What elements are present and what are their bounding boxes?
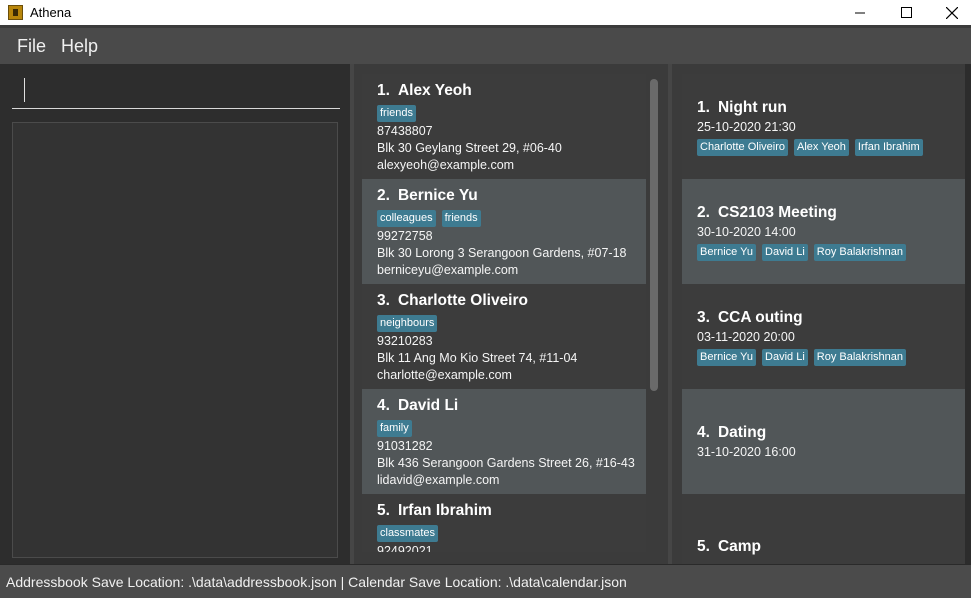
person-tags: family (377, 418, 646, 438)
person-card[interactable]: 5. Irfan Ibrahim classmates 92492021 (362, 494, 646, 552)
person-email: charlotte@example.com (377, 368, 512, 382)
event-datetime: 03-11-2020 20:00 (697, 329, 795, 344)
person-address: Blk 30 Geylang Street 29, #06-40 (377, 141, 562, 155)
menu-help[interactable]: Help (61, 36, 98, 57)
tag: Bernice Yu (697, 348, 757, 366)
menu-bar: File Help (0, 28, 971, 64)
event-list[interactable]: 1. Night run 25-10-2020 21:30 Charlotte O… (682, 74, 965, 564)
person-index: 5. (377, 502, 390, 519)
person-list-panel: 1. Alex Yeoh friends 87438807 Blk 30 Geyl… (354, 64, 668, 564)
person-email: lidavid@example.com (377, 473, 500, 487)
tag: Irfan Ibrahim (854, 138, 923, 156)
command-pane (0, 64, 350, 564)
event-datetime: 30-10-2020 14:00 (697, 224, 796, 239)
tag: David Li (762, 348, 808, 366)
event-card[interactable]: 3. CCA outing 03-11-2020 20:00 Bernice Yu… (682, 284, 965, 389)
person-index: 2. (377, 187, 390, 204)
event-index: 1. (697, 98, 710, 116)
person-tags: classmates (377, 523, 646, 543)
tag: David Li (762, 243, 808, 261)
event-card[interactable]: 1. Night run 25-10-2020 21:30 Charlotte O… (682, 74, 965, 179)
status-bar: Addressbook Save Location: .\data\addres… (0, 564, 971, 598)
event-index: 5. (697, 537, 710, 555)
event-index: 3. (697, 308, 710, 326)
text-caret (24, 78, 25, 102)
minimize-icon (854, 12, 865, 14)
event-card[interactable]: 4. Dating 31-10-2020 16:00 (682, 389, 965, 494)
person-address: Blk 30 Lorong 3 Serangoon Gardens, #07-1… (377, 246, 627, 260)
person-email: alexyeoh@example.com (377, 158, 515, 172)
person-list[interactable]: 1. Alex Yeoh friends 87438807 Blk 30 Geyl… (362, 74, 646, 552)
title-bar: Athena (0, 0, 971, 25)
event-title: CCA outing (717, 308, 803, 326)
person-name: David Li (397, 397, 459, 414)
event-card[interactable]: 2. CS2103 Meeting 30-10-2020 14:00 Bernic… (682, 179, 965, 284)
menu-file[interactable]: File (17, 36, 46, 57)
person-phone: 91031282 (377, 439, 433, 453)
person-index: 3. (377, 292, 390, 309)
event-tags: Bernice Yu David Li Roy Balakrishnan (697, 242, 965, 262)
tag: Bernice Yu (697, 243, 757, 261)
tag: classmates (377, 525, 439, 542)
person-tags: neighbours (377, 313, 646, 333)
tag: friends (377, 105, 417, 122)
tag: colleagues (377, 210, 436, 227)
event-index: 2. (697, 203, 710, 221)
event-index: 4. (697, 424, 710, 441)
event-title: Camp (717, 537, 762, 555)
tag: Roy Balakrishnan (813, 243, 906, 261)
save-location-text: Addressbook Save Location: .\data\addres… (6, 574, 627, 590)
person-tags: colleagues friends (377, 208, 646, 228)
person-card[interactable]: 3. Charlotte Oliveiro neighbours 93210283… (362, 284, 646, 389)
minimize-button[interactable] (837, 0, 883, 25)
window-title: Athena (30, 5, 72, 20)
event-datetime: 31-10-2020 16:00 (697, 445, 796, 459)
maximize-button[interactable] (883, 0, 929, 25)
close-icon (946, 6, 958, 19)
tag: family (377, 420, 412, 437)
maximize-icon (900, 7, 912, 18)
person-name: Bernice Yu (397, 187, 478, 204)
event-card[interactable]: 5. Camp (682, 494, 965, 564)
close-button[interactable] (929, 0, 971, 25)
person-phone: 87438807 (377, 124, 433, 138)
person-tags: friends (377, 103, 646, 123)
event-title: Night run (717, 98, 787, 116)
event-datetime: 25-10-2020 21:30 (697, 119, 796, 134)
tag: Charlotte Oliveiro (697, 138, 788, 156)
person-email: berniceyu@example.com (377, 263, 519, 277)
tag: Roy Balakrishnan (813, 348, 906, 366)
person-name: Charlotte Oliveiro (397, 292, 528, 309)
person-card[interactable]: 4. David Li family 91031282 Blk 436 Seran… (362, 389, 646, 494)
person-card[interactable]: 1. Alex Yeoh friends 87438807 Blk 30 Geyl… (362, 74, 646, 179)
command-input[interactable] (12, 72, 340, 109)
athena-app-icon (8, 5, 23, 20)
event-title: Dating (717, 424, 767, 441)
event-tags: Bernice Yu David Li Roy Balakrishnan (697, 347, 965, 367)
person-phone: 99272758 (377, 229, 433, 243)
event-list-panel: 1. Night run 25-10-2020 21:30 Charlotte O… (672, 64, 971, 564)
person-phone: 92492021 (377, 544, 433, 552)
person-card[interactable]: 2. Bernice Yu colleagues friends 99272758 … (362, 179, 646, 284)
person-name: Irfan Ibrahim (397, 502, 492, 519)
person-address: Blk 11 Ang Mo Kio Street 74, #11-04 (377, 351, 578, 365)
person-address: Blk 436 Serangoon Gardens Street 26, #16… (377, 456, 635, 470)
person-list-scroll-thumb[interactable] (650, 79, 658, 391)
person-index: 1. (377, 82, 390, 99)
person-index: 4. (377, 397, 390, 414)
event-title: CS2103 Meeting (717, 203, 837, 221)
tag: Alex Yeoh (793, 138, 849, 156)
result-display[interactable] (12, 122, 338, 558)
tag: neighbours (377, 315, 438, 332)
person-phone: 93210283 (377, 334, 433, 348)
event-tags: Charlotte Oliveiro Alex Yeoh Irfan Ibrahim (697, 137, 965, 157)
tag: friends (441, 210, 481, 227)
person-name: Alex Yeoh (397, 82, 472, 99)
event-list-scrollbar[interactable] (965, 64, 971, 564)
